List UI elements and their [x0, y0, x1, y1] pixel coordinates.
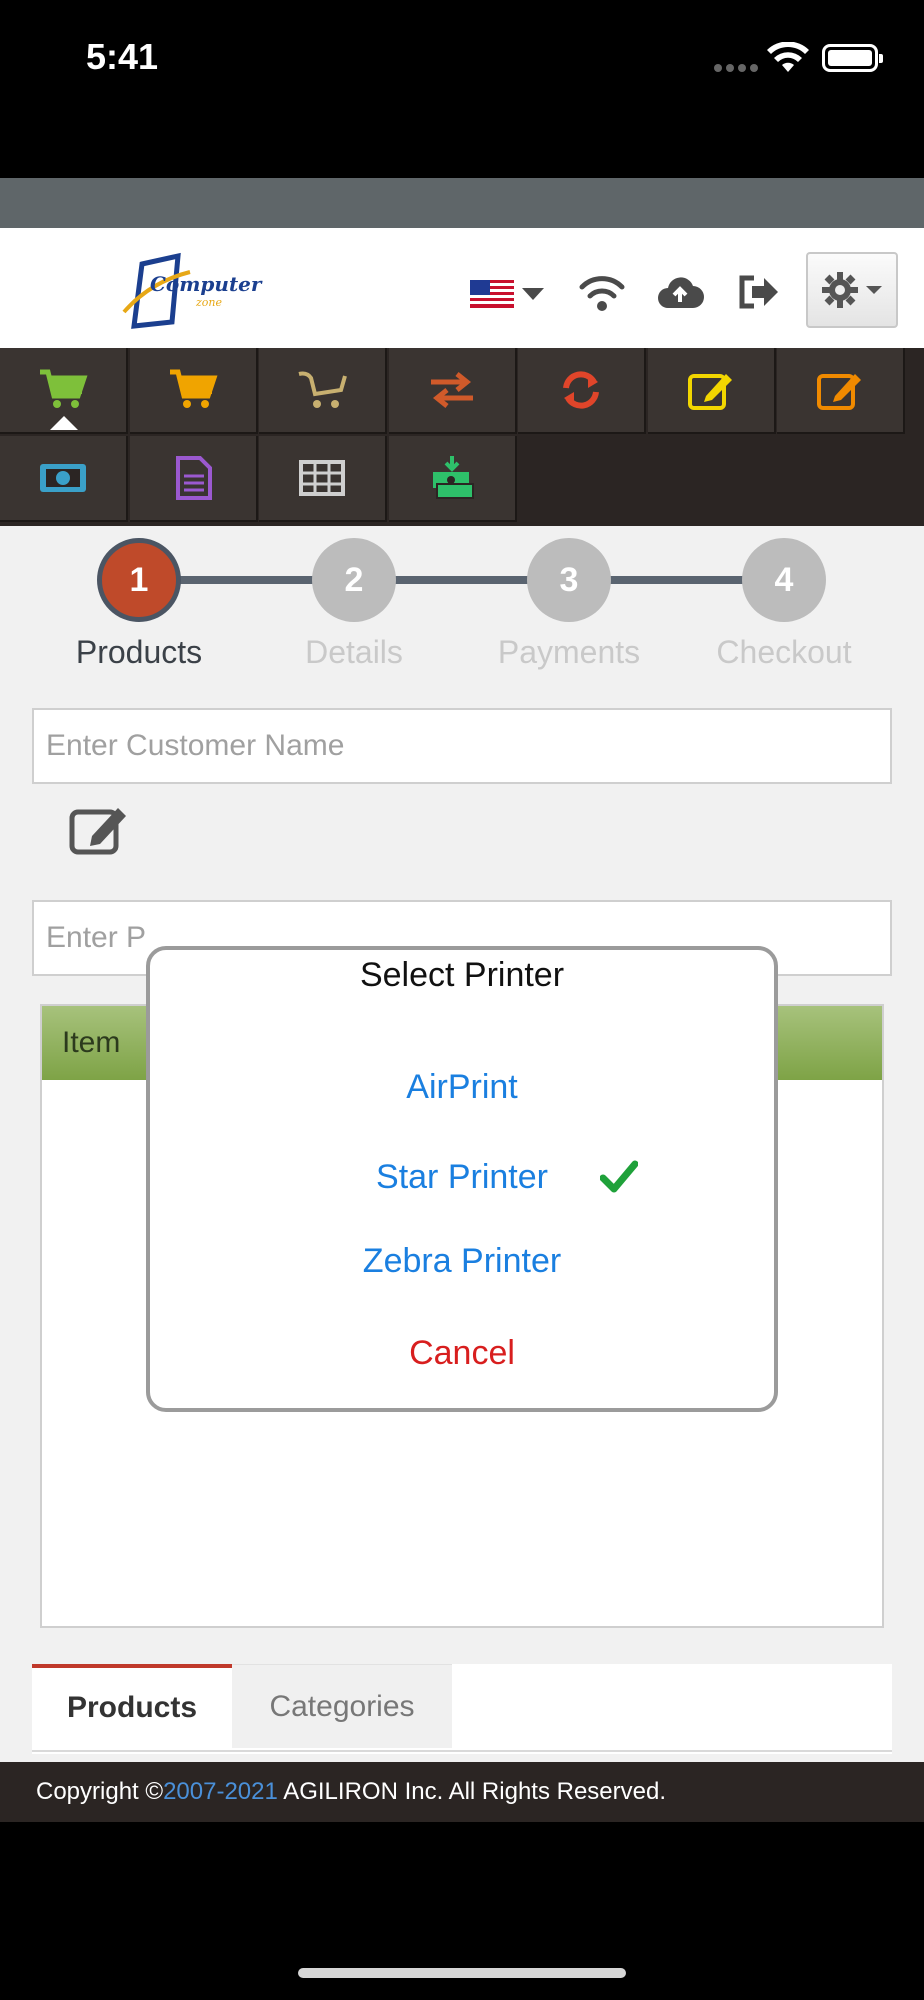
select-printer-dialog: Select Printer AirPrint Star Printer Zeb… — [146, 946, 778, 1412]
step-number: 2 — [344, 560, 364, 599]
wizard-step-label-payments: Payments — [497, 634, 641, 670]
logout-icon[interactable] — [734, 270, 782, 314]
wifi-icon[interactable] — [578, 270, 626, 314]
dialog-title: Select Printer — [359, 956, 565, 994]
edit-invoice-button[interactable] — [777, 348, 905, 434]
transfer-arrows-icon — [431, 372, 473, 408]
toolbar-empty-area — [517, 436, 924, 526]
document-icon — [176, 456, 212, 500]
wifi-status-icon — [767, 42, 809, 72]
star-printer-option[interactable]: Star Printer — [150, 1158, 774, 1197]
money-icon — [40, 464, 86, 492]
zebra-printer-option[interactable]: Zebra Printer — [150, 1242, 774, 1281]
edit-order-button[interactable] — [648, 348, 776, 434]
logo-text: Computer — [150, 272, 262, 296]
customer-name-input[interactable]: Enter Customer Name — [32, 708, 892, 784]
tabs-divider — [32, 1750, 892, 1752]
refresh-icon — [563, 371, 599, 409]
cart-icon — [170, 369, 218, 408]
cloud-upload-icon[interactable] — [656, 270, 704, 314]
wizard-step-label-checkout: Checkout — [716, 634, 852, 670]
cash-register-button[interactable] — [389, 436, 517, 522]
gear-icon — [822, 272, 882, 308]
edit-icon — [688, 374, 732, 410]
app-screen: Computer zone 1 2 3 4 Products Details P… — [0, 178, 924, 1822]
grid-table-icon — [299, 460, 345, 496]
airprint-option[interactable]: AirPrint — [150, 1068, 774, 1107]
items-column-header: Item — [62, 1026, 121, 1059]
status-time: 5:41 — [86, 36, 159, 77]
grid-view-button[interactable] — [259, 436, 387, 522]
wizard-step-label-details: Details — [305, 634, 403, 670]
footer: Copyright © 2007-2021 AGILIRON Inc. All R… — [0, 1762, 924, 1822]
wizard-progress-line — [140, 576, 784, 584]
step-number: 1 — [129, 560, 149, 599]
customer-name-placeholder: Enter Customer Name — [46, 729, 345, 762]
checkmark-icon — [600, 1160, 638, 1193]
chevron-down-icon[interactable] — [522, 288, 544, 300]
wizard-step-4[interactable]: 4 — [742, 538, 826, 622]
home-indicator[interactable] — [298, 1968, 626, 1978]
footer-years-link[interactable]: 2007-2021 — [163, 1778, 278, 1806]
tab-categories[interactable]: Categories — [232, 1664, 452, 1748]
edit-customer-icon[interactable] — [68, 802, 130, 856]
step-number: 3 — [559, 560, 579, 599]
tab-products[interactable]: Products — [32, 1664, 232, 1748]
app-header: Computer zone — [0, 228, 924, 348]
navigation-bar — [0, 178, 924, 228]
edit-icon — [817, 374, 861, 410]
active-indicator — [50, 416, 78, 430]
cart-outline-icon — [298, 371, 347, 408]
document-button[interactable] — [130, 436, 258, 522]
cart-icon — [40, 369, 88, 408]
cart-outline-button[interactable] — [259, 348, 387, 434]
logo-subtext: zone — [196, 296, 223, 309]
us-flag-icon[interactable] — [470, 280, 514, 308]
cash-button[interactable] — [0, 436, 128, 522]
new-sale-cart-button[interactable] — [0, 348, 128, 434]
wizard-step-3[interactable]: 3 — [527, 538, 611, 622]
cash-register-icon — [433, 456, 474, 499]
bottom-tabs: Products Categories — [32, 1664, 892, 1754]
wizard-step-1[interactable]: 1 — [97, 538, 181, 622]
wizard-step-2[interactable]: 2 — [312, 538, 396, 622]
cancel-button[interactable]: Cancel — [150, 1334, 774, 1373]
footer-copyright-suffix: AGILIRON Inc. All Rights Reserved. — [277, 1778, 667, 1805]
action-toolbar — [0, 348, 924, 526]
battery-icon — [822, 44, 883, 72]
status-bar: 5:41 — [0, 0, 924, 178]
product-search-placeholder: Enter P — [46, 921, 147, 954]
refresh-button[interactable] — [518, 348, 646, 434]
wizard-step-label-products: Products — [75, 634, 203, 670]
cellular-signal-icon — [714, 64, 758, 72]
step-number: 4 — [774, 560, 794, 599]
footer-copyright-prefix: Copyright © — [36, 1778, 164, 1805]
company-logo: Computer zone — [120, 252, 261, 332]
transfer-button[interactable] — [389, 348, 517, 434]
settings-button[interactable] — [806, 252, 898, 328]
cart-orders-button[interactable] — [130, 348, 258, 434]
